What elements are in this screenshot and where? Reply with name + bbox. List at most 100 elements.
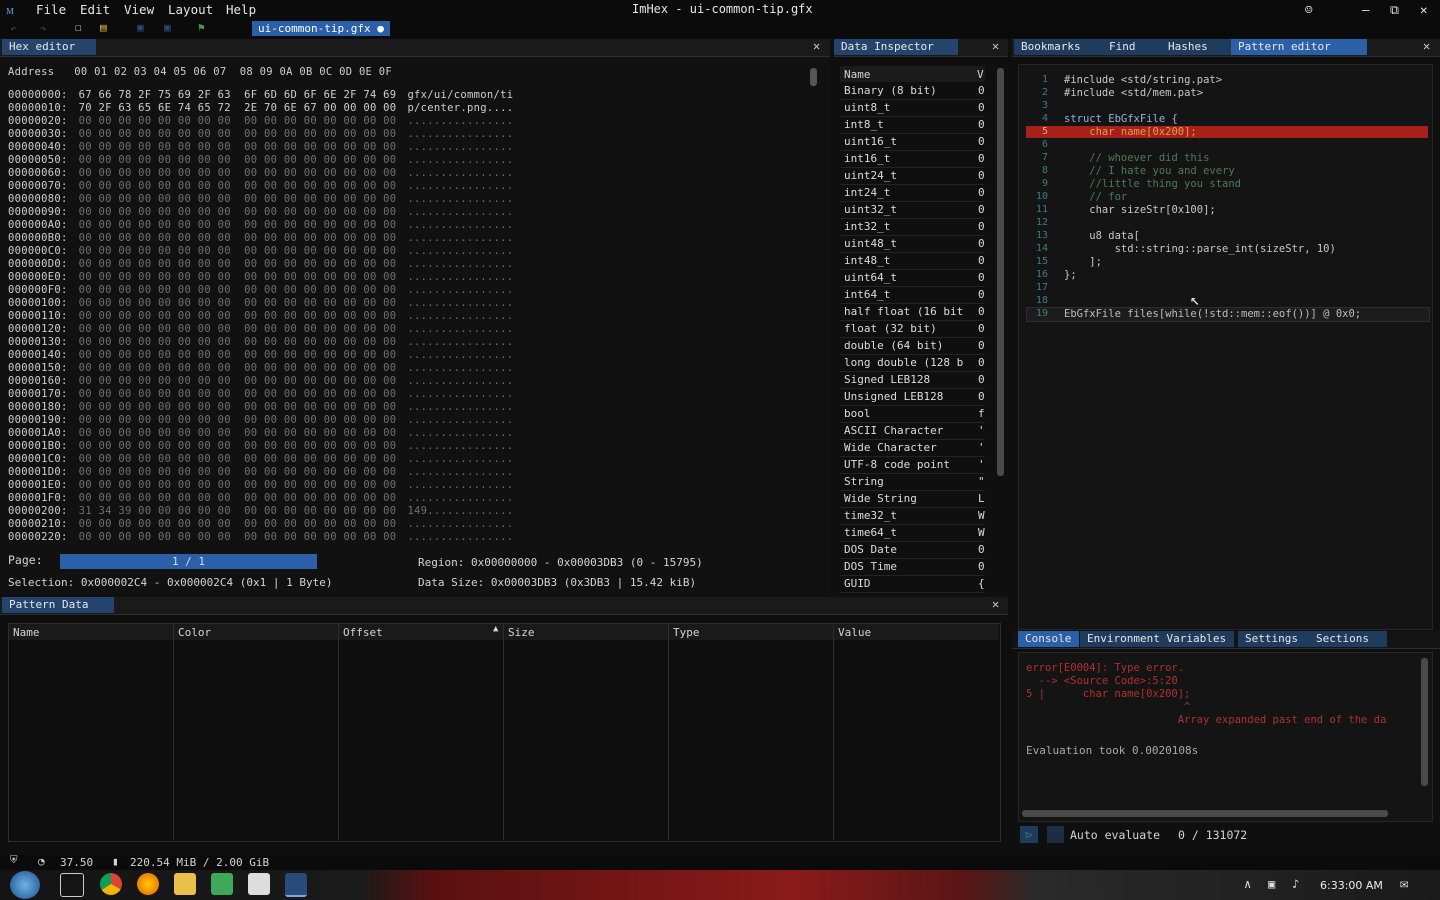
inspector-row[interactable]: int32_t 0	[840, 219, 985, 236]
hex-row-bytes[interactable]: 00 00 00 00 00 00 00 00 00 00 00 00 00 0…	[79, 245, 397, 257]
hex-scrollbar[interactable]	[810, 68, 817, 86]
hex-row[interactable]: 00000030: 00 00 00 00 00 00 00 00 00 00 0…	[8, 128, 513, 140]
hex-row-bytes[interactable]: 00 00 00 00 00 00 00 00 00 00 00 00 00 0…	[79, 141, 397, 153]
restore-button[interactable]: ⧉	[1390, 2, 1399, 18]
hex-row-ascii[interactable]: ................	[407, 258, 513, 270]
hex-row-bytes[interactable]: 00 00 00 00 00 00 00 00 00 00 00 00 00 0…	[79, 492, 397, 504]
menu-layout[interactable]: Layout	[168, 2, 213, 17]
notifications-icon[interactable]: ✉	[1400, 876, 1408, 892]
page-selector[interactable]: 1 / 1	[60, 554, 317, 569]
tab-data-inspector[interactable]: Data Inspector	[834, 39, 958, 55]
hex-row[interactable]: 000001A0: 00 00 00 00 00 00 00 00 00 00 0…	[8, 427, 513, 439]
hex-row[interactable]: 000000C0: 00 00 00 00 00 00 00 00 00 00 0…	[8, 245, 513, 257]
col-color[interactable]: Color	[178, 626, 211, 639]
hex-row[interactable]: 00000020: 00 00 00 00 00 00 00 00 00 00 0…	[8, 115, 513, 127]
inspector-row[interactable]: UTF-8 code point '	[840, 457, 985, 474]
inspector-row[interactable]: int64_t 0	[840, 287, 985, 304]
inspector-row[interactable]: ASCII Character '	[840, 423, 985, 440]
hex-row-bytes[interactable]: 00 00 00 00 00 00 00 00 00 00 00 00 00 0…	[79, 466, 397, 478]
hex-row-bytes[interactable]: 00 00 00 00 00 00 00 00 00 00 00 00 00 0…	[79, 453, 397, 465]
save-icon[interactable]: ▣	[137, 21, 144, 34]
tab-hex-editor[interactable]: Hex editor	[2, 39, 96, 55]
col-type[interactable]: Type	[673, 626, 700, 639]
hex-row-ascii[interactable]: ................	[407, 440, 513, 452]
hex-row-ascii[interactable]: ................	[407, 492, 513, 504]
inspector-row[interactable]: uint32_t 0	[840, 202, 985, 219]
hex-row-ascii[interactable]: ................	[407, 154, 513, 166]
inspector-scrollbar[interactable]	[997, 68, 1004, 476]
hex-row[interactable]: 000000D0: 00 00 00 00 00 00 00 00 00 00 0…	[8, 258, 513, 270]
hex-row[interactable]: 00000160: 00 00 00 00 00 00 00 00 00 00 0…	[8, 375, 513, 387]
inspector-row[interactable]: Wide Character '	[840, 440, 985, 457]
hex-row[interactable]: 00000080: 00 00 00 00 00 00 00 00 00 00 0…	[8, 193, 513, 205]
tab-settings[interactable]: Settings	[1238, 631, 1316, 647]
hex-row-bytes[interactable]: 00 00 00 00 00 00 00 00 00 00 00 00 00 0…	[79, 375, 397, 387]
code-line[interactable]: std::string::parse_int(sizeStr, 10)	[1064, 243, 1336, 255]
hex-row[interactable]: 000000B0: 00 00 00 00 00 00 00 00 00 00 0…	[8, 232, 513, 244]
hex-row-bytes[interactable]: 00 00 00 00 00 00 00 00 00 00 00 00 00 0…	[79, 349, 397, 361]
hex-row-ascii[interactable]: ................	[407, 310, 513, 322]
smiley-icon[interactable]: ☺	[1305, 2, 1313, 17]
col-name[interactable]: Name	[13, 626, 40, 639]
inspector-row[interactable]: int24_t 0	[840, 185, 985, 202]
start-button[interactable]	[10, 871, 40, 899]
hex-row-bytes[interactable]: 00 00 00 00 00 00 00 00 00 00 00 00 00 0…	[79, 531, 397, 543]
hex-row[interactable]: 00000180: 00 00 00 00 00 00 00 00 00 00 0…	[8, 401, 513, 413]
inspector-row[interactable]: double (64 bit) 0	[840, 338, 985, 355]
chrome-icon[interactable]	[100, 873, 122, 895]
hex-row-ascii[interactable]: ................	[407, 180, 513, 192]
tab-hashes[interactable]: Hashes	[1161, 39, 1235, 55]
hex-row-bytes[interactable]: 00 00 00 00 00 00 00 00 00 00 00 00 00 0…	[79, 518, 397, 530]
console-v-scrollbar[interactable]	[1421, 658, 1428, 786]
hex-row[interactable]: 000000E0: 00 00 00 00 00 00 00 00 00 00 0…	[8, 271, 513, 283]
col-offset[interactable]: Offset	[343, 626, 383, 639]
open-file-tab[interactable]: ui-common-tip.gfx ●	[252, 21, 390, 36]
hex-row-ascii[interactable]: ................	[407, 362, 513, 374]
hex-row-bytes[interactable]: 70 2F 63 65 6E 74 65 72 2E 70 6E 67 00 0…	[79, 102, 397, 114]
hex-row-bytes[interactable]: 00 00 00 00 00 00 00 00 00 00 00 00 00 0…	[79, 362, 397, 374]
hex-row[interactable]: 00000140: 00 00 00 00 00 00 00 00 00 00 0…	[8, 349, 513, 361]
7zip-icon[interactable]	[248, 873, 270, 895]
hex-row-bytes[interactable]: 00 00 00 00 00 00 00 00 00 00 00 00 00 0…	[79, 115, 397, 127]
code-line[interactable]: u8 data[	[1064, 230, 1140, 242]
hex-row[interactable]: 00000190: 00 00 00 00 00 00 00 00 00 00 0…	[8, 414, 513, 426]
hex-row[interactable]: 000001D0: 00 00 00 00 00 00 00 00 00 00 0…	[8, 466, 513, 478]
code-line[interactable]: #include <std/mem.pat>	[1064, 87, 1203, 99]
hex-row-ascii[interactable]: ................	[407, 349, 513, 361]
col-size[interactable]: Size	[508, 626, 535, 639]
hex-row[interactable]: 000001C0: 00 00 00 00 00 00 00 00 00 00 0…	[8, 453, 513, 465]
code-line[interactable]: char sizeStr[0x100];	[1064, 204, 1215, 216]
hex-row-bytes[interactable]: 00 00 00 00 00 00 00 00 00 00 00 00 00 0…	[79, 388, 397, 400]
hex-row-ascii[interactable]: ................	[407, 414, 513, 426]
code-line[interactable]: //little thing you stand	[1064, 178, 1241, 190]
imhex-taskbar-icon[interactable]	[285, 873, 307, 897]
hex-row[interactable]: 000001B0: 00 00 00 00 00 00 00 00 00 00 0…	[8, 440, 513, 452]
file-explorer-icon[interactable]	[174, 873, 196, 895]
hex-row[interactable]: 000000F0: 00 00 00 00 00 00 00 00 00 00 0…	[8, 284, 513, 296]
hex-row[interactable]: 00000170: 00 00 00 00 00 00 00 00 00 00 0…	[8, 388, 513, 400]
code-line[interactable]: #include <std/string.pat>	[1064, 74, 1222, 86]
hex-row-bytes[interactable]: 00 00 00 00 00 00 00 00 00 00 00 00 00 0…	[79, 427, 397, 439]
tray-chevron-icon[interactable]: ∧	[1244, 877, 1251, 891]
inspector-row[interactable]: uint8_t 0	[840, 100, 985, 117]
open-folder-icon[interactable]: ▤	[100, 21, 107, 34]
close-icon[interactable]: ✕	[1423, 39, 1430, 53]
code-line[interactable]: ];	[1064, 256, 1102, 268]
code-line[interactable]: EbGfxFile files[while(!std::mem::eof())]…	[1064, 308, 1361, 320]
inspector-row[interactable]: int16_t 0	[840, 151, 985, 168]
inspector-row[interactable]: uint64_t 0	[840, 270, 985, 287]
hex-row-ascii[interactable]: ................	[407, 401, 513, 413]
inspector-row[interactable]: Unsigned LEB128 0	[840, 389, 985, 406]
hex-row-ascii[interactable]: gfx/ui/common/ti	[407, 89, 513, 101]
inspector-row[interactable]: uint16_t 0	[840, 134, 985, 151]
hex-row[interactable]: 00000200: 31 34 39 00 00 00 00 00 00 00 0…	[8, 505, 513, 517]
code-line[interactable]: // whoever did this	[1064, 152, 1209, 164]
close-icon[interactable]: ✕	[992, 597, 999, 611]
tab-bookmarks[interactable]: Bookmarks	[1014, 39, 1108, 55]
hex-row[interactable]: 00000070: 00 00 00 00 00 00 00 00 00 00 0…	[8, 180, 513, 192]
inspector-row[interactable]: long double (128 b 0	[840, 355, 985, 372]
save-as-icon[interactable]: ▣	[164, 21, 171, 34]
inspector-row[interactable]: uint48_t 0	[840, 236, 985, 253]
close-icon[interactable]: ✕	[992, 39, 999, 53]
hex-row-ascii[interactable]: ................	[407, 128, 513, 140]
